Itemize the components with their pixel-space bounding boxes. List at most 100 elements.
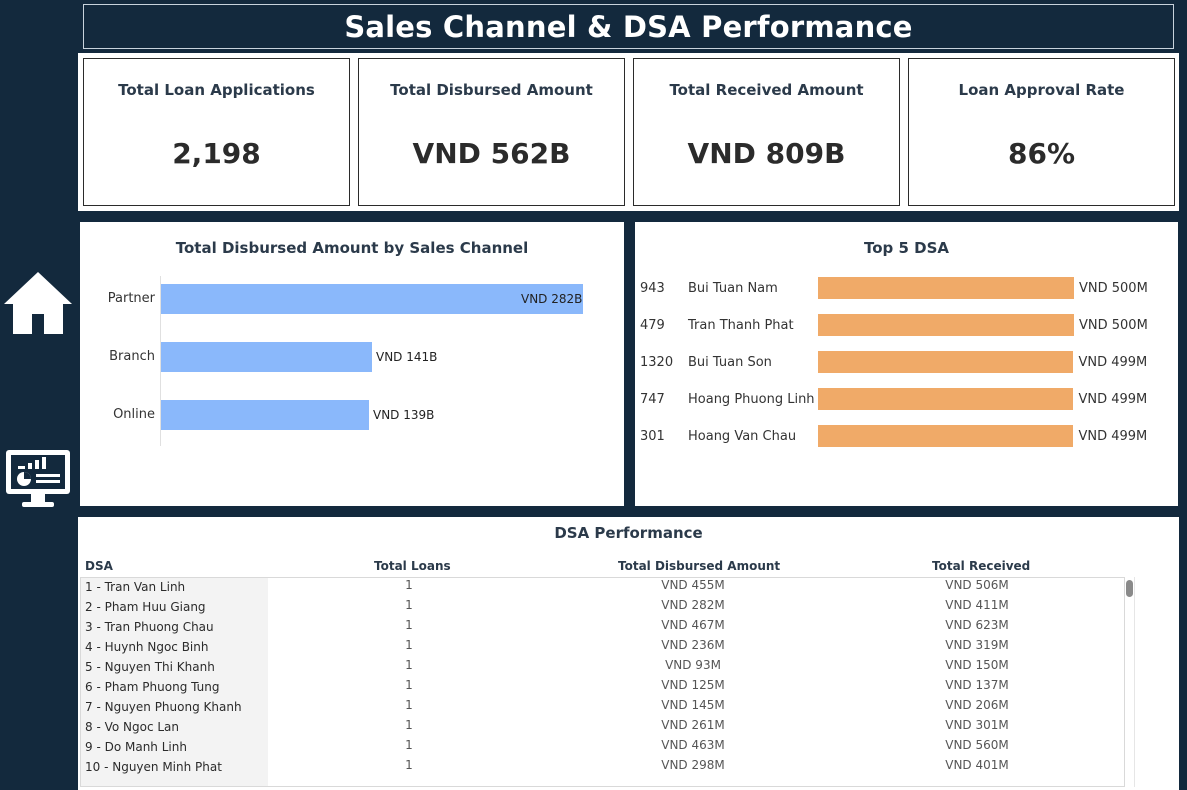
cell-total-received: VND 560M xyxy=(945,738,1009,752)
cell-dsa: 6 - Pham Phuong Tung xyxy=(85,680,220,694)
dsa-id-label: 301 xyxy=(640,429,665,444)
cell-dsa: 5 - Nguyen Thi Khanh xyxy=(85,660,215,674)
cell-total-disbursed: VND 463M xyxy=(661,738,725,752)
cell-total-received: VND 623M xyxy=(945,618,1009,632)
table-row[interactable]: 10 - Nguyen Minh Phat 1 VND 298M VND 401M xyxy=(81,758,1124,778)
dsa-name-label: Hoang Phuong Linh xyxy=(688,392,815,407)
dsa-performance-panel: DSA Performance DSA Total Loans Total Di… xyxy=(78,517,1179,790)
top-dsa-title: Top 5 DSA xyxy=(863,239,950,257)
dsa-bar xyxy=(818,388,1074,410)
page-title: Sales Channel & DSA Performance xyxy=(344,9,913,44)
cell-total-loans: 1 xyxy=(405,638,413,652)
top-dsa-panel: Top 5 DSA 943 Bui Tuan Nam VND 500M 479 Tran… xyxy=(635,222,1178,506)
kpi-value: 2,198 xyxy=(172,137,261,170)
table-row[interactable]: 3 - Tran Phuong Chau 1 VND 467M VND 623M xyxy=(81,618,1124,638)
cell-total-disbursed: VND 455M xyxy=(661,578,725,592)
cell-dsa: 7 - Nguyen Phuong Khanh xyxy=(85,700,242,714)
cell-dsa: 8 - Vo Ngoc Lan xyxy=(85,720,180,734)
cell-total-loans: 1 xyxy=(405,718,413,732)
kpi-value: VND 809B xyxy=(687,137,846,170)
title-bar: Sales Channel & DSA Performance xyxy=(83,4,1174,49)
cell-total-disbursed: VND 125M xyxy=(661,678,725,692)
scrollbar-thumb[interactable] xyxy=(1126,580,1133,597)
kpi-value: 86% xyxy=(1007,137,1076,170)
table-row[interactable]: 4 - Huynh Ngoc Binh 1 VND 236M VND 319M xyxy=(81,638,1124,658)
dsa-id-label: 1320 xyxy=(640,355,674,370)
dsa-bar xyxy=(818,277,1074,299)
column-header-total-loans[interactable]: Total Loans xyxy=(374,559,451,573)
cell-total-loans: 1 xyxy=(405,738,413,752)
cell-dsa: 2 - Pham Huu Giang xyxy=(85,600,206,614)
cell-total-loans: 1 xyxy=(405,618,413,632)
kpi-row: Total Loan Applications 2,198 Total Disb… xyxy=(78,53,1179,211)
column-header-total-received[interactable]: Total Received xyxy=(932,559,1030,573)
dsa-value-label: VND 499M xyxy=(1078,392,1148,407)
cell-total-disbursed: VND 93M xyxy=(665,658,721,672)
cell-dsa: 1 - Tran Van Linh xyxy=(85,580,186,594)
cell-total-disbursed: VND 282M xyxy=(661,598,725,612)
table-row[interactable]: 1 - Tran Van Linh 1 VND 455M VND 506M xyxy=(81,578,1124,598)
dsa-name-label: Tran Thanh Phat xyxy=(688,318,794,333)
sidebar xyxy=(0,0,78,790)
dsa-name-label: Bui Tuan Nam xyxy=(688,281,778,296)
dsa-bar xyxy=(818,425,1074,447)
table-row[interactable]: 2 - Pham Huu Giang 1 VND 282M VND 411M xyxy=(81,598,1124,618)
channel-chart-panel: Total Disbursed Amount by Sales Channel … xyxy=(80,222,624,506)
table-row[interactable]: 6 - Pham Phuong Tung 1 VND 125M VND 137M xyxy=(81,678,1124,698)
channel-label: Partner xyxy=(107,291,155,306)
channel-chart-title: Total Disbursed Amount by Sales Channel xyxy=(175,239,529,257)
cell-total-disbursed: VND 467M xyxy=(661,618,725,632)
cell-dsa: 9 - Do Manh Linh xyxy=(85,740,187,754)
cell-total-received: VND 150M xyxy=(945,658,1009,672)
channel-value-label: VND 139B xyxy=(373,408,435,422)
dsa-bar xyxy=(818,314,1074,336)
cell-total-disbursed: VND 145M xyxy=(661,698,725,712)
dsa-value-label: VND 500M xyxy=(1079,318,1148,333)
cell-total-disbursed: VND 261M xyxy=(661,718,725,732)
column-header-total-disbursed[interactable]: Total Disbursed Amount xyxy=(618,559,780,573)
channel-value-label: VND 141B xyxy=(376,350,438,364)
cell-total-disbursed: VND 236M xyxy=(661,638,725,652)
table-scrollbar[interactable] xyxy=(1125,577,1135,787)
kpi-label: Loan Approval Rate xyxy=(958,81,1125,99)
channel-label: Online xyxy=(113,407,155,422)
dsa-value-label: VND 499M xyxy=(1078,429,1148,444)
cell-total-received: VND 506M xyxy=(945,578,1009,592)
dsa-value-label: VND 499M xyxy=(1078,355,1148,370)
kpi-label: Total Disbursed Amount xyxy=(390,81,593,99)
cell-total-loans: 1 xyxy=(405,578,413,592)
cell-total-received: VND 319M xyxy=(945,638,1009,652)
dsa-table-title: DSA Performance xyxy=(554,524,703,542)
kpi-total-disbursed-amount: Total Disbursed Amount VND 562B xyxy=(358,58,625,206)
table-row[interactable]: 7 - Nguyen Phuong Khanh 1 VND 145M VND 206M xyxy=(81,698,1124,718)
kpi-label: Total Loan Applications xyxy=(118,81,315,99)
cell-total-loans: 1 xyxy=(405,598,413,612)
cell-total-loans: 1 xyxy=(405,698,413,712)
home-icon[interactable] xyxy=(2,268,74,340)
cell-dsa: 10 - Nguyen Minh Phat xyxy=(85,760,222,774)
dsa-id-label: 943 xyxy=(640,281,665,296)
dsa-table: 1 - Tran Van Linh 1 VND 455M VND 506M 2 - Ph… xyxy=(80,577,1125,787)
dsa-id-label: 747 xyxy=(640,392,665,407)
cell-total-loans: 1 xyxy=(405,658,413,672)
dsa-name-label: Bui Tuan Son xyxy=(688,355,772,370)
column-header-dsa[interactable]: DSA xyxy=(85,559,113,573)
channel-label: Branch xyxy=(109,349,155,364)
table-row[interactable]: 5 - Nguyen Thi Khanh 1 VND 93M VND 150M xyxy=(81,658,1124,678)
scrollbar-track xyxy=(1134,577,1135,787)
channel-bar xyxy=(161,342,372,372)
channel-bar xyxy=(161,400,369,430)
cell-dsa: 3 - Tran Phuong Chau xyxy=(85,620,214,634)
kpi-loan-approval-rate: Loan Approval Rate 86% xyxy=(908,58,1175,206)
dashboard-monitor-icon[interactable] xyxy=(2,444,74,516)
cell-total-received: VND 411M xyxy=(945,598,1009,612)
table-row[interactable]: 8 - Vo Ngoc Lan 1 VND 261M VND 301M xyxy=(81,718,1124,738)
kpi-value: VND 562B xyxy=(412,137,571,170)
table-row[interactable]: 9 - Do Manh Linh 1 VND 463M VND 560M xyxy=(81,738,1124,758)
kpi-total-received-amount: Total Received Amount VND 809B xyxy=(633,58,900,206)
kpi-label: Total Received Amount xyxy=(669,81,864,99)
kpi-total-loan-applications: Total Loan Applications 2,198 xyxy=(83,58,350,206)
cell-total-loans: 1 xyxy=(405,678,413,692)
cell-total-disbursed: VND 298M xyxy=(661,758,725,772)
cell-total-received: VND 137M xyxy=(945,678,1009,692)
